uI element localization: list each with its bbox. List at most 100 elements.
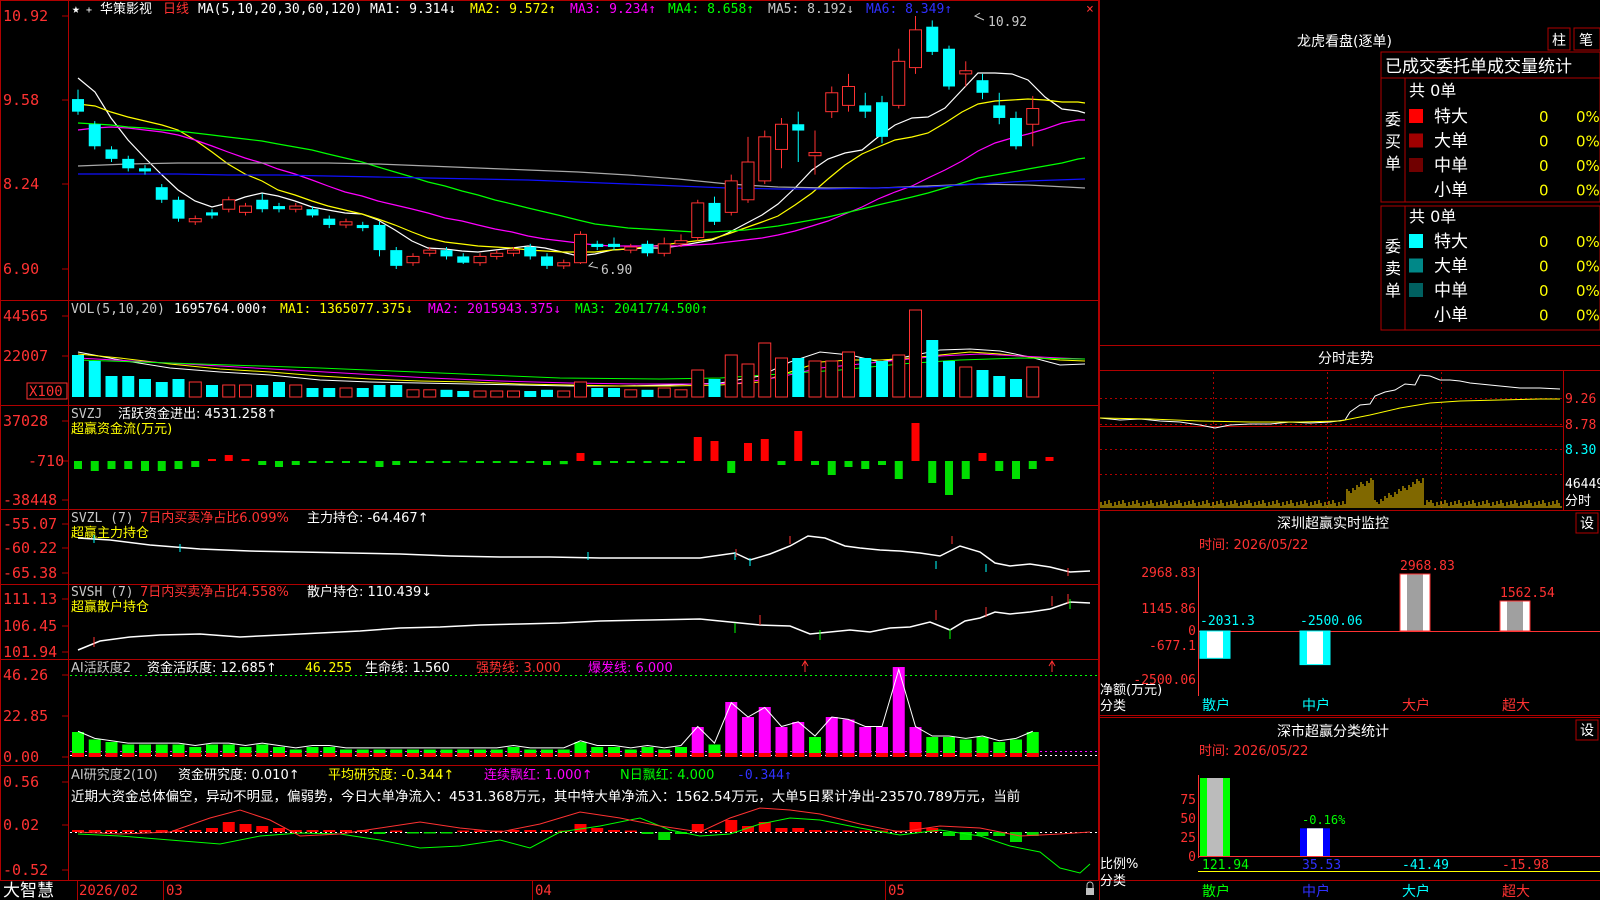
capital-flow-bar <box>744 443 752 461</box>
activity-base-bar <box>591 753 604 757</box>
candle-body <box>490 252 504 257</box>
ma3-line <box>77 119 1085 247</box>
favorite-star-icon[interactable]: ★ <box>72 2 80 17</box>
add-icon[interactable]: + <box>86 5 92 16</box>
activity-base-bar <box>423 753 436 757</box>
activity-base-bar <box>557 753 570 757</box>
stock-name[interactable]: 华策影视 <box>100 1 152 17</box>
sell-row-percent: 0% <box>1576 307 1600 325</box>
panel-close-icon[interactable]: × <box>1086 2 1094 17</box>
capital-flow-bar <box>392 461 401 465</box>
activity-base-bar <box>859 753 872 757</box>
price-axis-label: 9.58 <box>3 91 39 109</box>
research-bar <box>390 830 403 832</box>
research-bar <box>407 832 419 834</box>
sz-class-value-label: -15.98 <box>1502 858 1549 873</box>
volume-bar <box>172 379 185 397</box>
activity-bar <box>892 667 905 757</box>
sell-row-percent: 0% <box>1576 282 1600 300</box>
sell-row-percent: 0% <box>1576 233 1600 251</box>
candle-body <box>741 161 755 201</box>
capital-flow-bar <box>308 461 317 463</box>
research-bar <box>591 828 604 832</box>
candle-body <box>1026 108 1040 125</box>
ai-research-n-red: N日飘红: 4.000 <box>620 767 714 783</box>
activity-bar <box>825 717 838 757</box>
lock-icon[interactable] <box>1086 881 1094 895</box>
buy-color-swatch <box>1409 158 1423 172</box>
candle-body <box>373 224 386 251</box>
volume-bar <box>273 382 285 397</box>
research-bar <box>859 830 872 832</box>
volume-bar <box>88 361 101 397</box>
volume-bar <box>155 382 168 397</box>
candle-body <box>808 152 822 157</box>
candle-body <box>406 255 420 264</box>
activity-base-bar <box>139 753 151 757</box>
sz-monitor-xlabel: 分类 <box>1100 699 1126 714</box>
sz-class-ylabel: 比例% <box>1100 857 1138 872</box>
ai-active-value2: 46.255 <box>305 661 352 676</box>
ma1-value: MA1: 9.314↓ <box>370 2 456 17</box>
activity-base-bar <box>926 753 939 757</box>
capital-flow-bar <box>375 461 384 467</box>
sell-color-swatch <box>1409 258 1423 273</box>
candle-body <box>356 224 369 229</box>
volume-bar <box>356 388 369 397</box>
research-bar <box>256 826 269 832</box>
candlesticks <box>72 16 1040 269</box>
activity-base-bar <box>574 753 587 757</box>
volume-bar <box>608 388 620 397</box>
sell-side-label: 卖 <box>1385 259 1401 278</box>
ai-lifeline: 生命线: 1.560 <box>365 660 450 676</box>
capital-flow-bar <box>124 461 133 469</box>
date-label: 05 <box>888 883 905 899</box>
sell-row-value: 0 <box>1539 282 1549 300</box>
research-bar <box>373 832 386 834</box>
capital-flow-bar <box>1045 457 1054 461</box>
sz-class-title: 深市超赢分类统计 <box>1277 723 1389 740</box>
sell-row-label: 特大 <box>1434 232 1468 252</box>
capital-flow-bar <box>660 461 669 463</box>
activity-base-bar <box>691 753 704 757</box>
candle-body <box>674 240 688 245</box>
activity-base-bar <box>457 753 470 757</box>
volume-bar <box>1026 366 1040 398</box>
vol-unit-label: X100 <box>29 384 63 400</box>
activity-base-bar <box>1026 753 1039 757</box>
svzj-name: SVZJ <box>71 407 102 422</box>
activity-base-bar <box>390 753 403 757</box>
candle-body <box>943 48 955 87</box>
research-bar <box>273 828 285 832</box>
period-label[interactable]: 日线 <box>163 2 189 17</box>
ai-active-value: 资金活跃度: 12.685↑ <box>147 660 277 676</box>
capital-flow-bar <box>995 461 1004 471</box>
research-bar <box>423 832 436 834</box>
activity-bar <box>909 727 922 757</box>
volume-bar <box>188 381 202 398</box>
svsh-axis-label: 101.94 <box>3 643 57 661</box>
sz-monitor-category-label: 散户 <box>1202 697 1230 714</box>
volume-bar <box>105 376 118 397</box>
activity-base-bar <box>641 753 654 757</box>
volume-bar <box>373 385 386 397</box>
retail-line <box>77 601 1091 651</box>
volume-bar <box>859 358 872 397</box>
capital-flow-bar <box>442 461 451 463</box>
candle-body <box>155 187 168 200</box>
volume-bar <box>289 384 303 398</box>
buy-total: 共 0单 <box>1409 81 1456 100</box>
activity-base-bar <box>340 753 352 757</box>
volume-bar <box>876 361 888 397</box>
intraday-axis-label: 9.26 <box>1565 392 1596 407</box>
research-bar <box>222 822 235 832</box>
ma6-line <box>78 173 1086 190</box>
capital-flow-bar <box>677 461 685 463</box>
volume-bar <box>758 342 772 398</box>
sell-side-label: 单 <box>1385 281 1401 300</box>
sz-monitor-title: 深圳超赢实时监控 <box>1277 515 1389 532</box>
activity-base-bar <box>524 753 537 757</box>
candle-body <box>507 249 520 254</box>
activity-base-bar <box>993 753 1006 757</box>
activity-bar <box>725 702 738 757</box>
